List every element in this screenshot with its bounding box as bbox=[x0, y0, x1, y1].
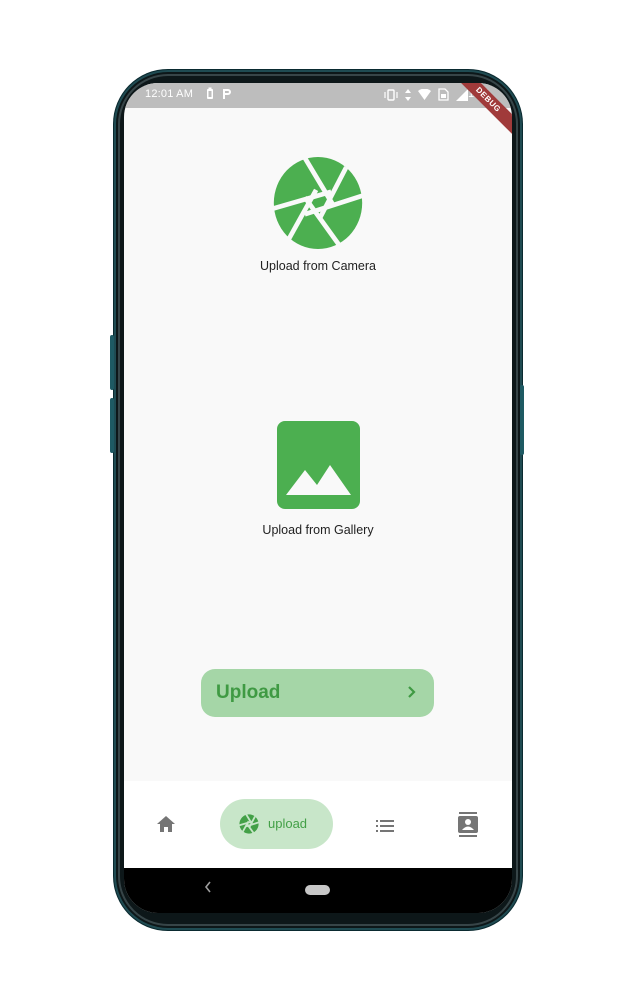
sim-icon bbox=[438, 88, 449, 101]
camera-aperture-icon[interactable] bbox=[271, 153, 365, 253]
upload-from-camera[interactable]: Upload from Camera bbox=[124, 153, 512, 273]
status-left-icons bbox=[206, 87, 232, 100]
data-arrows-icon bbox=[405, 88, 411, 101]
status-time: 12:01 AM bbox=[145, 88, 194, 100]
phone-side-button bbox=[110, 398, 114, 453]
home-icon[interactable] bbox=[157, 816, 175, 832]
app-screen: 12:01 AM 12% DEBUG Upload bbox=[124, 83, 512, 913]
vibrate-icon bbox=[384, 88, 398, 101]
bottom-navigation: upload bbox=[124, 781, 512, 868]
signal-icon bbox=[456, 88, 468, 101]
nav-item-home[interactable] bbox=[157, 816, 175, 837]
camera-aperture-icon bbox=[239, 814, 259, 834]
chevron-right-icon bbox=[408, 686, 416, 698]
gallery-image-icon[interactable] bbox=[276, 421, 360, 509]
nav-item-list[interactable] bbox=[376, 819, 394, 837]
upload-button[interactable]: Upload bbox=[201, 669, 434, 717]
system-back-icon[interactable] bbox=[204, 881, 212, 893]
parking-app-icon bbox=[223, 88, 231, 99]
status-bar: 12:01 AM 12% bbox=[124, 83, 512, 108]
phone-power-button bbox=[520, 385, 524, 455]
upload-from-camera-label: Upload from Camera bbox=[259, 259, 376, 273]
status-right-icons bbox=[384, 88, 468, 101]
list-icon[interactable] bbox=[376, 820, 394, 832]
upload-button-label: Upload bbox=[216, 682, 281, 703]
system-home-pill[interactable] bbox=[305, 885, 330, 895]
upload-from-gallery[interactable]: Upload from Gallery bbox=[124, 421, 512, 537]
wifi-icon bbox=[418, 89, 431, 100]
nav-upload-label: upload bbox=[268, 816, 308, 831]
system-navigation-bar bbox=[124, 868, 512, 913]
nav-item-upload[interactable]: upload bbox=[220, 799, 333, 849]
nav-item-profile[interactable] bbox=[458, 812, 478, 843]
phone-side-button bbox=[110, 335, 114, 390]
battery-saver-icon bbox=[207, 87, 213, 99]
upload-from-gallery-label: Upload from Gallery bbox=[262, 523, 374, 537]
contact-card-icon[interactable] bbox=[458, 812, 478, 838]
